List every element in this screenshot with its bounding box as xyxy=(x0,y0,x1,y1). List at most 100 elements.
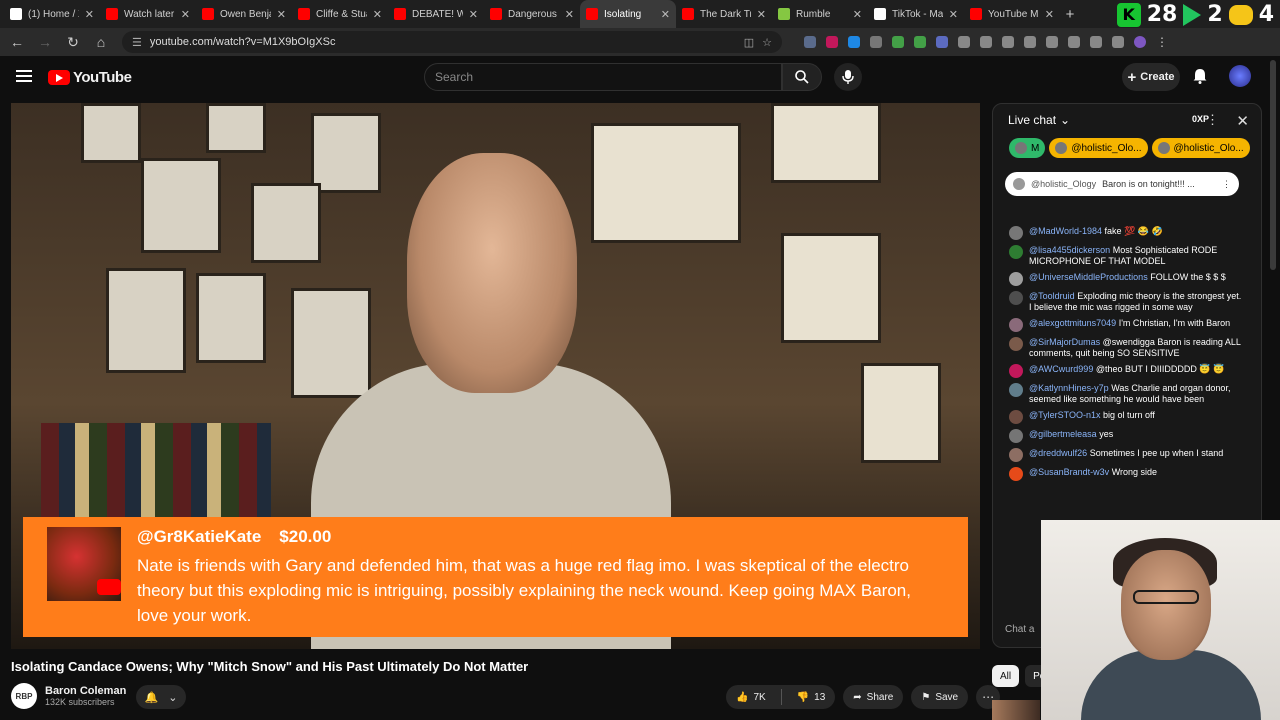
close-icon[interactable]: ✕ xyxy=(1236,112,1249,130)
chat-username[interactable]: @lisa4455dickerson xyxy=(1029,245,1110,255)
chat-message[interactable]: @KatlynnHines-y7p Was Charlie and organ … xyxy=(1009,383,1243,405)
chat-username[interactable]: @gilbertmeleasa xyxy=(1029,429,1097,439)
tab-close-icon[interactable]: ✕ xyxy=(85,8,94,21)
browser-tab[interactable]: Owen Benjam ✕ xyxy=(196,0,292,28)
chat-avatar[interactable] xyxy=(1009,245,1023,259)
extension-icon[interactable] xyxy=(892,36,904,48)
chat-username[interactable]: @dreddwulf26 xyxy=(1029,448,1087,458)
chat-avatar[interactable] xyxy=(1009,429,1023,443)
notifications-bell-icon[interactable] xyxy=(1192,68,1208,84)
chat-avatar[interactable] xyxy=(1009,448,1023,462)
extension-icon[interactable] xyxy=(1002,36,1014,48)
extension-icon[interactable] xyxy=(914,36,926,48)
super-chat-ticker[interactable]: M xyxy=(1009,138,1046,158)
extension-icon[interactable] xyxy=(1024,36,1036,48)
search-button[interactable] xyxy=(782,63,822,91)
extension-icon[interactable] xyxy=(936,36,948,48)
new-tab-button[interactable]: + xyxy=(1060,6,1080,23)
browser-tab[interactable]: TikTok - Make ✕ xyxy=(868,0,964,28)
create-button[interactable]: + Create xyxy=(1122,63,1180,91)
tab-close-icon[interactable]: ✕ xyxy=(277,8,286,21)
chat-avatar[interactable] xyxy=(1009,364,1023,378)
channel-avatar[interactable]: RBP xyxy=(11,683,37,709)
browser-tab[interactable]: Rumble ✕ xyxy=(772,0,868,28)
browser-tab[interactable]: Dangerous Li ✕ xyxy=(484,0,580,28)
pinned-menu-icon[interactable]: ⋮ xyxy=(1222,179,1231,190)
recommended-thumbnail[interactable] xyxy=(992,700,1040,720)
home-icon[interactable]: ⌂ xyxy=(94,34,108,50)
chat-message[interactable]: @gilbertmeleasa yes xyxy=(1009,429,1243,443)
forward-icon[interactable]: → xyxy=(38,34,52,50)
extension-icon[interactable] xyxy=(848,36,860,48)
browser-menu-icon[interactable]: ⋮ xyxy=(1156,36,1168,48)
chat-message[interactable]: @dreddwulf26 Sometimes I pee up when I s… xyxy=(1009,448,1243,462)
live-chat-header[interactable]: Live chat ⌄ xyxy=(993,104,1261,136)
tab-close-icon[interactable]: ✕ xyxy=(181,8,190,21)
chat-avatar[interactable] xyxy=(1009,291,1023,305)
extension-icon[interactable] xyxy=(804,36,816,48)
cast-icon[interactable]: ◫ xyxy=(744,36,754,49)
chat-avatar[interactable] xyxy=(1009,337,1023,351)
chat-username[interactable]: @UniverseMiddleProductions xyxy=(1029,272,1148,282)
chat-avatar[interactable] xyxy=(1009,410,1023,424)
tab-close-icon[interactable]: ✕ xyxy=(565,8,574,21)
filter-chip[interactable]: All xyxy=(992,665,1020,687)
extension-icon[interactable] xyxy=(1112,36,1124,48)
voice-search-button[interactable] xyxy=(834,63,862,91)
profile-icon[interactable] xyxy=(1134,36,1146,48)
back-icon[interactable]: ← xyxy=(10,34,24,50)
chat-username[interactable]: @Tooldruid xyxy=(1029,291,1075,301)
tab-close-icon[interactable]: ✕ xyxy=(1045,8,1054,21)
browser-tab[interactable]: YouTube Mu ✕ xyxy=(964,0,1060,28)
browser-tab[interactable]: The Dark Trut ✕ xyxy=(676,0,772,28)
chat-avatar[interactable] xyxy=(1009,467,1023,481)
extension-icon[interactable] xyxy=(1046,36,1058,48)
address-bar[interactable]: ☰ youtube.com/watch?v=M1X9bOIgXSc ◫ ☆ xyxy=(122,31,782,53)
page-scrollbar[interactable] xyxy=(1270,60,1276,270)
account-avatar[interactable] xyxy=(1229,65,1251,87)
tab-close-icon[interactable]: ✕ xyxy=(661,8,670,21)
chat-message[interactable]: @Tooldruid Exploding mic theory is the s… xyxy=(1009,291,1243,313)
like-button[interactable]: 👍 7K xyxy=(726,685,776,709)
bookmark-star-icon[interactable]: ☆ xyxy=(762,36,772,49)
chat-message[interactable]: @UniverseMiddleProductions FOLLOW the $ … xyxy=(1009,272,1243,286)
super-chat-ticker[interactable]: @holistic_Olo... xyxy=(1049,138,1148,158)
chat-avatar[interactable] xyxy=(1009,318,1023,332)
chat-username[interactable]: @KatlynnHines-y7p xyxy=(1029,383,1109,393)
tab-close-icon[interactable]: ✕ xyxy=(949,8,958,21)
chat-menu-icon[interactable]: ⋮ xyxy=(1206,112,1219,128)
chat-avatar[interactable] xyxy=(1009,383,1023,397)
subscription-bell-button[interactable]: 🔔 ⌄ xyxy=(136,685,186,709)
extension-icon[interactable] xyxy=(1090,36,1102,48)
tab-close-icon[interactable]: ✕ xyxy=(373,8,382,21)
site-info-icon[interactable]: ☰ xyxy=(132,36,142,49)
tab-close-icon[interactable]: ✕ xyxy=(853,8,862,21)
search-input[interactable]: Search xyxy=(424,63,782,91)
extension-icon[interactable] xyxy=(826,36,838,48)
chat-message[interactable]: @lisa4455dickerson Most Sophisticated RO… xyxy=(1009,245,1243,267)
chat-username[interactable]: @alexgottmituns7049 xyxy=(1029,318,1116,328)
extension-icon[interactable] xyxy=(980,36,992,48)
extension-icon[interactable] xyxy=(870,36,882,48)
tab-close-icon[interactable]: ✕ xyxy=(469,8,478,21)
browser-tab[interactable]: (1) Home / X ✕ xyxy=(4,0,100,28)
extension-icon[interactable] xyxy=(1068,36,1080,48)
chat-username[interactable]: @SusanBrandt-w3v xyxy=(1029,467,1109,477)
chat-avatar[interactable] xyxy=(1009,272,1023,286)
browser-tab[interactable]: Cliffe & Stuar ✕ xyxy=(292,0,388,28)
reload-icon[interactable]: ↻ xyxy=(66,34,80,51)
chat-username[interactable]: @SirMajorDumas xyxy=(1029,337,1100,347)
channel-name[interactable]: Baron Coleman xyxy=(45,685,126,697)
chat-username[interactable]: @AWCwurd999 xyxy=(1029,364,1093,374)
browser-tab[interactable]: Isolating ✕ xyxy=(580,0,676,28)
save-button[interactable]: ⚑ Save xyxy=(911,685,969,709)
youtube-logo[interactable]: YouTube xyxy=(48,69,132,86)
chat-message[interactable]: @MadWorld-1984 fake 💯 😂 🤣 xyxy=(1009,226,1243,240)
dislike-button[interactable]: 👎 13 xyxy=(787,685,836,709)
pinned-message[interactable]: @holistic_Ology Baron is on tonight!!! .… xyxy=(1005,172,1239,196)
tab-close-icon[interactable]: ✕ xyxy=(757,8,766,21)
menu-hamburger-icon[interactable] xyxy=(16,70,32,82)
extension-icon[interactable] xyxy=(958,36,970,48)
chat-avatar[interactable] xyxy=(1009,226,1023,240)
chat-username[interactable]: @MadWorld-1984 xyxy=(1029,226,1102,236)
